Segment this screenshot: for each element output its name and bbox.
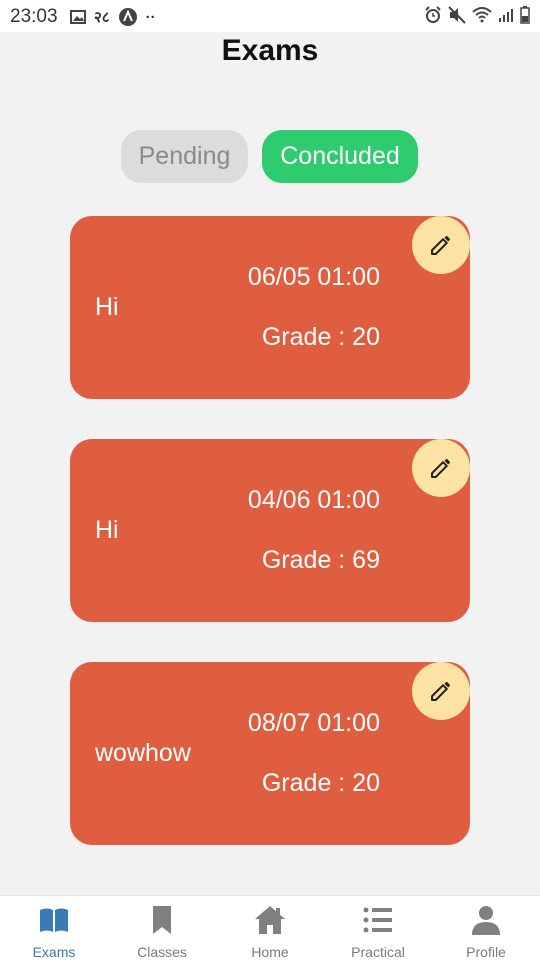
nav-label-profile: Profile	[466, 944, 506, 960]
status-time: 23:03	[10, 6, 58, 27]
exam-date: 06/05 01:00	[247, 263, 380, 291]
home-icon	[255, 906, 285, 934]
bookmark-icon	[153, 906, 171, 934]
book-open-icon	[40, 908, 68, 932]
signal-icon	[499, 9, 513, 22]
app-notification-icon	[118, 8, 137, 26]
pencil-icon	[431, 236, 450, 255]
exam-card[interactable]: 04/06 01:00 Hi Grade : 69	[70, 439, 470, 622]
network-text: २८	[94, 9, 110, 26]
nav-item-profile[interactable]: Profile	[432, 896, 540, 961]
page-title: Exams	[221, 34, 319, 67]
nav-label-exams: Exams	[32, 944, 76, 960]
exam-grade: Grade : 69	[261, 546, 380, 574]
exam-card[interactable]: 06/05 01:00 Hi Grade : 20	[70, 216, 470, 399]
exam-date: 08/07 01:00	[247, 709, 380, 737]
exam-grade: Grade : 20	[261, 323, 380, 351]
exam-card[interactable]: 08/07 01:00 wowhow Grade : 20	[70, 662, 470, 845]
nav-label-practical: Practical	[351, 944, 405, 960]
nav-item-exams[interactable]: Exams	[0, 896, 108, 961]
tab-pending[interactable]: Pending	[121, 130, 248, 183]
nav-item-home[interactable]: Home	[216, 896, 324, 961]
image-notification-icon	[70, 10, 86, 24]
tab-concluded[interactable]: Concluded	[262, 130, 418, 183]
exam-name: wowhow	[95, 739, 191, 767]
nav-item-practical[interactable]: Practical	[324, 896, 432, 961]
alarm-icon	[425, 6, 441, 23]
exam-grade: Grade : 20	[261, 769, 380, 797]
nav-item-classes[interactable]: Classes	[108, 896, 216, 961]
edit-button[interactable]	[412, 439, 470, 497]
exam-name: Hi	[95, 516, 119, 544]
more-dots: ··	[145, 8, 156, 26]
bottom-nav: Exams Classes Home Practical Profile	[0, 895, 540, 961]
status-bar: 23:03 २८ ··	[0, 0, 540, 32]
pencil-icon	[431, 459, 450, 478]
status-left-icons: २८ ··	[70, 7, 156, 27]
exam-name: Hi	[95, 293, 119, 321]
mute-icon	[448, 6, 466, 24]
nav-label-classes: Classes	[137, 944, 187, 960]
edit-button[interactable]	[412, 216, 470, 274]
list-icon	[363, 907, 392, 933]
wifi-icon	[472, 7, 492, 23]
edit-button[interactable]	[412, 662, 470, 720]
pencil-icon	[431, 682, 450, 701]
exam-date: 04/06 01:00	[247, 486, 380, 514]
nav-label-home: Home	[251, 944, 289, 960]
battery-icon	[520, 6, 530, 24]
status-right-icons	[424, 6, 530, 24]
user-icon	[472, 906, 500, 935]
